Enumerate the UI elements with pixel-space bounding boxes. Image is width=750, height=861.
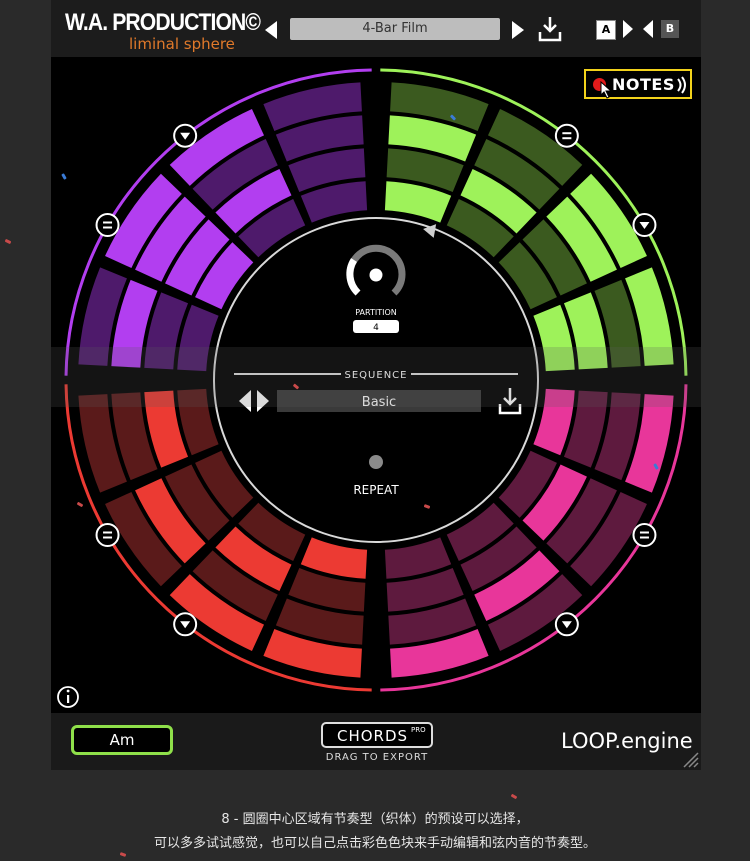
copy-b-to-a-icon[interactable] [643, 20, 653, 38]
footer-bar: Am CHORDS PRO DRAG TO EXPORT LOOP.engine [51, 713, 701, 770]
ab-b-button[interactable]: B [661, 20, 679, 38]
drag-to-export-label: DRAG TO EXPORT [325, 752, 429, 763]
preset-prev-icon[interactable] [265, 21, 277, 39]
info-icon[interactable] [57, 686, 79, 708]
confetti-piece [119, 852, 127, 857]
ab-a-button[interactable]: A [596, 20, 616, 40]
chords-pro-badge: PRO [411, 726, 426, 734]
resize-grip-icon[interactable] [681, 750, 699, 768]
confetti-piece [4, 238, 12, 245]
header-bar: W.A. PRODUCTION© liminal sphere 4-Bar Fi… [51, 0, 701, 57]
preset-name-field[interactable]: 4-Bar Film [290, 18, 500, 40]
brand-subtitle: liminal sphere [129, 35, 235, 53]
ring-equal-handle-icon[interactable] [95, 213, 120, 237]
key-selector[interactable]: Am [71, 725, 173, 755]
ring-equal-handle-icon[interactable] [632, 523, 657, 547]
ring-dropdown-handle-icon[interactable] [173, 123, 198, 148]
notes-label: NOTES [612, 75, 675, 94]
preset-next-icon[interactable] [512, 21, 524, 39]
copy-a-to-b-icon[interactable] [623, 20, 633, 38]
caption-line-1: 8 - 圆圈中心区域有节奏型（织体）的预设可以选择， [221, 812, 529, 827]
repeat-toggle[interactable] [369, 455, 383, 469]
confetti-piece [510, 793, 518, 800]
ring-dropdown-handle-icon[interactable] [632, 213, 657, 237]
partition-label: PARTITION [355, 308, 397, 317]
speaker-wave-icon [677, 76, 686, 94]
notes-button[interactable]: NOTES [584, 69, 692, 99]
partition-value: 4 [373, 323, 379, 333]
chords-pro-button[interactable]: CHORDS PRO [321, 722, 433, 748]
mouse-cursor-icon [600, 81, 613, 99]
brand-title: W.A. PRODUCTION© [65, 9, 261, 36]
watermark-band [51, 347, 701, 407]
chords-label: CHORDS [337, 727, 409, 745]
repeat-label: REPEAT [353, 483, 399, 497]
ring-equal-handle-icon[interactable] [95, 523, 120, 547]
plugin-window: W.A. PRODUCTION© liminal sphere 4-Bar Fi… [51, 0, 701, 770]
product-label: LOOP.engine [561, 729, 693, 753]
ring-dropdown-handle-icon[interactable] [173, 612, 198, 637]
ring-dropdown-handle-icon[interactable] [554, 612, 579, 637]
save-preset-icon[interactable] [537, 15, 563, 43]
ring-equal-handle-icon[interactable] [554, 123, 579, 148]
caption-line-2: 可以多多试试感觉，也可以自己点击彩色色块来手动编辑和弦内音的节奏型。 [153, 836, 596, 851]
